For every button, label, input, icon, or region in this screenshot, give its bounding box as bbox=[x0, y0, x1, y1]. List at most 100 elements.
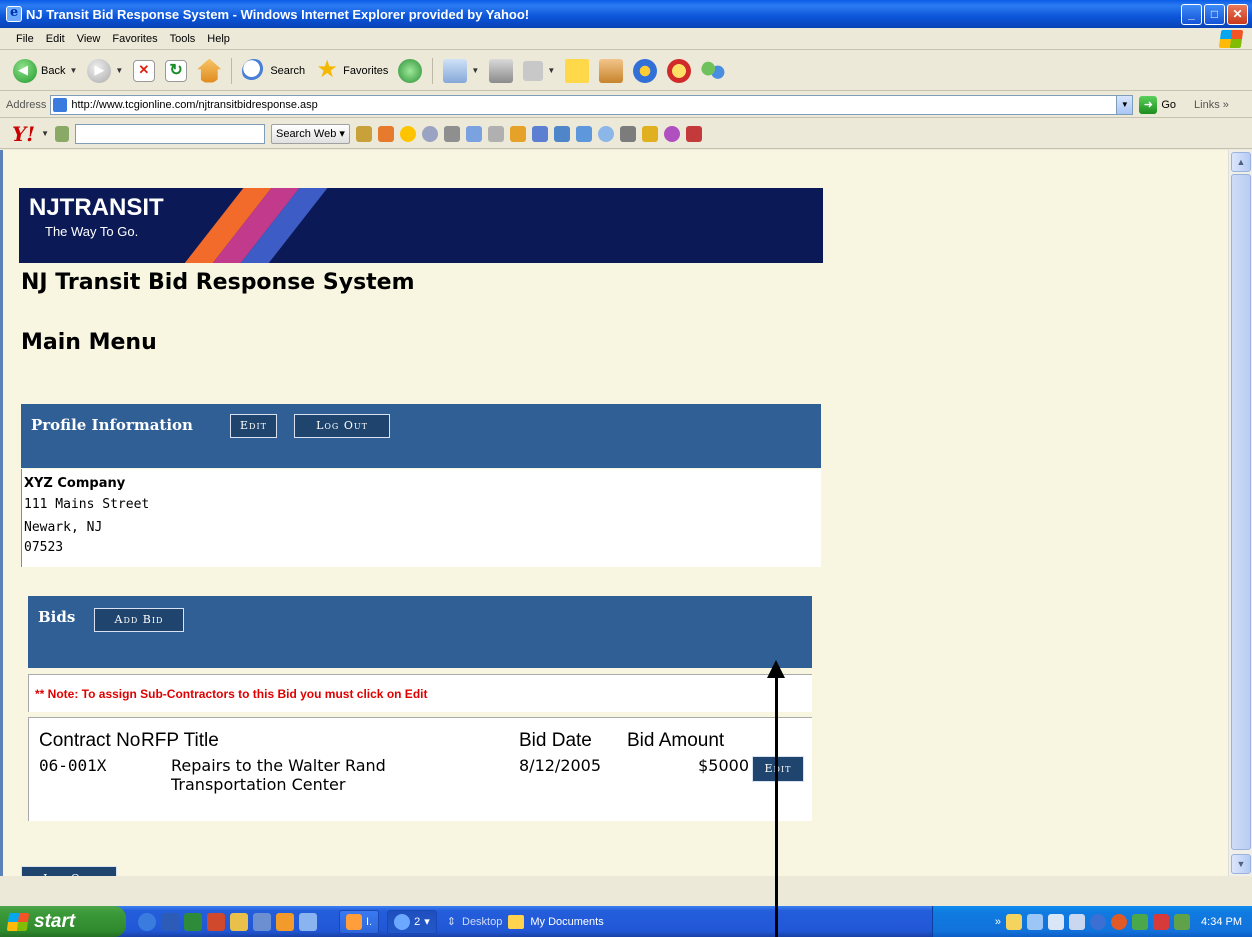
signout-icon[interactable] bbox=[685, 125, 702, 142]
folder-icon[interactable] bbox=[230, 912, 248, 931]
menu-edit[interactable]: Edit bbox=[40, 33, 71, 45]
tray-people-icon[interactable] bbox=[1132, 913, 1149, 930]
word-icon[interactable] bbox=[161, 912, 179, 931]
close-button[interactable]: ✕ bbox=[1227, 3, 1248, 25]
menu-view[interactable]: View bbox=[71, 33, 107, 45]
clock: 4:34 PM bbox=[1201, 915, 1242, 928]
shopping-icon[interactable] bbox=[509, 125, 526, 142]
antispy-icon[interactable] bbox=[399, 125, 416, 142]
minimize-button[interactable]: _ bbox=[1181, 3, 1202, 25]
ie-quicklaunch-icon[interactable] bbox=[138, 912, 156, 931]
finance-icon[interactable] bbox=[531, 125, 548, 142]
taskbar-item-1[interactable]: I. bbox=[339, 909, 380, 934]
media-player-icon[interactable] bbox=[299, 912, 317, 931]
print-button[interactable] bbox=[486, 56, 516, 86]
media-button[interactable] bbox=[395, 56, 425, 86]
highlight-icon[interactable] bbox=[355, 125, 372, 142]
refresh-button[interactable] bbox=[162, 56, 190, 86]
taskbar-scroll-icon[interactable]: ⇕ bbox=[447, 915, 456, 928]
edit-page-icon bbox=[523, 60, 544, 81]
search-web-button[interactable]: Search Web ▾ bbox=[270, 123, 350, 144]
my-documents-label[interactable]: My Documents bbox=[530, 916, 603, 928]
taskbar-item-ie-group[interactable]: 2 ▾ bbox=[387, 909, 437, 934]
profile-header-label: Profile Information bbox=[31, 416, 193, 434]
tray-expand-icon[interactable]: » bbox=[995, 916, 1001, 928]
menu-tools[interactable]: Tools bbox=[164, 33, 202, 45]
excel-icon[interactable] bbox=[184, 912, 202, 931]
address-input[interactable]: http://www.tcgionline.com/njtransitbidre… bbox=[50, 94, 1134, 115]
yahoo-dropdown-icon[interactable]: ▼ bbox=[41, 129, 49, 138]
back-dropdown-icon[interactable]: ▼ bbox=[69, 66, 77, 75]
profile-edit-button[interactable]: Edit bbox=[230, 414, 277, 438]
address-url[interactable]: http://www.tcgionline.com/njtransitbidre… bbox=[71, 99, 1116, 111]
bids-header: Bids Add Bid bbox=[28, 596, 812, 668]
address-dropdown-icon[interactable]: ▼ bbox=[1116, 95, 1133, 114]
edit-page-button[interactable]: ▼ bbox=[520, 56, 558, 86]
edit-page-dropdown-icon[interactable]: ▼ bbox=[547, 66, 555, 75]
yahoo-mail-icon[interactable] bbox=[465, 125, 482, 142]
research-button[interactable] bbox=[596, 56, 626, 86]
tray-browser-icon[interactable] bbox=[1111, 913, 1128, 930]
yahoo-toolbar: Y! ▼ Search Web ▾ bbox=[0, 119, 1252, 149]
go-button[interactable]: ➜ Go bbox=[1139, 95, 1176, 114]
search-label: Search bbox=[270, 64, 306, 77]
answers-icon[interactable] bbox=[641, 125, 658, 142]
stop-button[interactable] bbox=[130, 56, 158, 86]
menu-favorites[interactable]: Favorites bbox=[106, 33, 163, 45]
menu-file[interactable]: File bbox=[10, 33, 40, 45]
forward-dropdown-icon[interactable]: ▼ bbox=[115, 66, 123, 75]
powerpoint-icon[interactable] bbox=[207, 912, 225, 931]
toolbar-separator bbox=[231, 57, 233, 84]
tray-pen-icon[interactable] bbox=[1006, 913, 1023, 930]
profile-details: XYZ Company 111 Mains Street Newark, NJ … bbox=[21, 469, 821, 567]
tray-network-icon[interactable] bbox=[1027, 913, 1044, 930]
news-icon[interactable] bbox=[443, 125, 460, 142]
vertical-scrollbar[interactable]: ▲ ▼ bbox=[1228, 150, 1252, 876]
pencil-icon[interactable] bbox=[54, 125, 69, 142]
yahoo-search-input[interactable] bbox=[74, 123, 265, 144]
start-button[interactable]: start bbox=[0, 906, 126, 937]
yahoo-messenger-button[interactable] bbox=[664, 56, 694, 86]
weather-icon[interactable] bbox=[597, 125, 614, 142]
taskbar-item-2-label: 2 bbox=[414, 915, 421, 928]
add-bid-button[interactable]: Add Bid bbox=[94, 608, 184, 632]
yahoo-logo-icon[interactable]: Y! bbox=[12, 122, 35, 146]
calendar-icon[interactable] bbox=[619, 125, 636, 142]
window-title-bar[interactable]: NJ Transit Bid Response System - Windows… bbox=[0, 0, 1252, 28]
home-button[interactable] bbox=[194, 56, 224, 86]
bottom-logout-button[interactable]: Log Out bbox=[21, 866, 117, 876]
bookmarks-icon[interactable] bbox=[487, 125, 504, 142]
tray-security-icon[interactable] bbox=[1153, 913, 1170, 930]
desktop-toolbar[interactable]: ⇕ Desktop My Documents bbox=[447, 914, 604, 929]
bid-edit-button[interactable]: Edit bbox=[752, 756, 804, 782]
favorites-button[interactable]: ★ Favorites bbox=[312, 56, 391, 86]
tray-messenger-icon[interactable] bbox=[1174, 913, 1191, 930]
tray-tablet-icon[interactable] bbox=[1048, 913, 1065, 930]
maximize-button[interactable]: □ bbox=[1204, 3, 1225, 25]
scroll-down-icon[interactable]: ▼ bbox=[1231, 854, 1251, 874]
scroll-thumb[interactable] bbox=[1231, 174, 1251, 850]
my-yahoo-icon[interactable] bbox=[663, 125, 680, 142]
profile-header: Profile Information Edit Log Out bbox=[21, 404, 821, 468]
notes-button[interactable] bbox=[562, 56, 592, 86]
access-icon[interactable] bbox=[253, 912, 271, 931]
search-button[interactable]: Search bbox=[239, 56, 308, 86]
profile-logout-button[interactable]: Log Out bbox=[294, 414, 390, 438]
outlook-icon[interactable] bbox=[276, 912, 294, 931]
bid-date-cell: 8/12/2005 bbox=[519, 756, 602, 775]
popup-blocker-icon[interactable] bbox=[377, 125, 394, 142]
music-icon[interactable] bbox=[553, 125, 570, 142]
scroll-up-icon[interactable]: ▲ bbox=[1231, 152, 1251, 172]
back-button[interactable]: Back ▼ bbox=[10, 56, 80, 86]
travel-icon[interactable] bbox=[575, 125, 592, 142]
contacts-button[interactable] bbox=[698, 56, 728, 86]
tray-back-icon[interactable] bbox=[1090, 913, 1107, 930]
messenger-button[interactable] bbox=[630, 56, 660, 86]
menu-help[interactable]: Help bbox=[201, 33, 236, 45]
tray-sync-icon[interactable] bbox=[1069, 913, 1086, 930]
mail-button[interactable]: ▼ bbox=[440, 56, 482, 86]
games-icon[interactable] bbox=[421, 125, 438, 142]
links-button[interactable]: Links » bbox=[1194, 99, 1229, 111]
forward-button[interactable]: ▼ bbox=[84, 56, 126, 86]
mail-dropdown-icon[interactable]: ▼ bbox=[471, 66, 479, 75]
